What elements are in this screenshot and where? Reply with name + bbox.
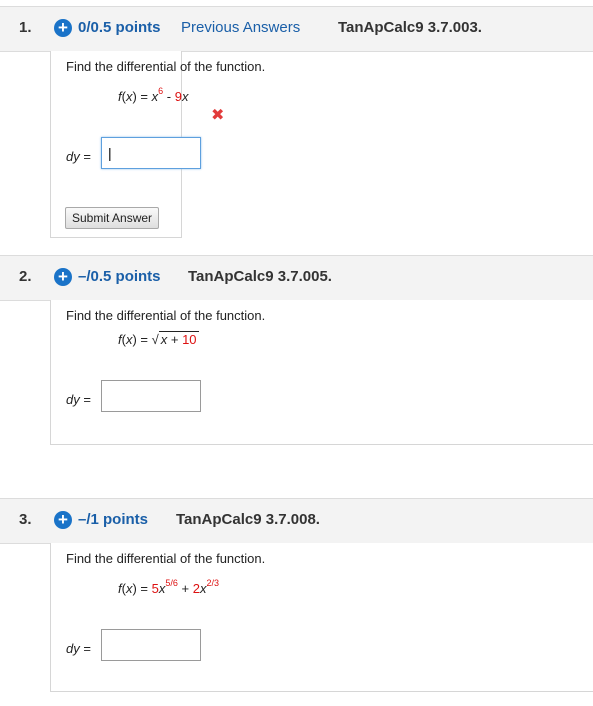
question-number: 3. — [19, 511, 32, 528]
question-2-body: Find the differential of the function. f… — [50, 300, 593, 445]
question-3-body: Find the differential of the function. f… — [50, 543, 593, 692]
points-label: 0/0.5 points — [78, 19, 161, 36]
incorrect-x-icon: ✖ — [211, 107, 225, 124]
exponent: 2/3 — [206, 578, 219, 588]
expand-plus-icon[interactable]: + — [54, 511, 72, 529]
expand-plus-icon[interactable]: + — [54, 268, 72, 286]
expand-plus-icon[interactable]: + — [54, 19, 72, 37]
dy-label: dy = — [66, 641, 91, 656]
points-label: –/1 points — [78, 511, 149, 528]
question-3-header: 3. + –/1 points TanApCalc9 3.7.008. — [0, 498, 593, 544]
question-number: 1. — [19, 19, 32, 36]
question-source: TanApCalc9 3.7.003. — [338, 19, 482, 36]
question-2-header: 2. + –/0.5 points TanApCalc9 3.7.005. — [0, 255, 593, 301]
question-1-header: 1. + 0/0.5 points Previous Answers TanAp… — [0, 6, 593, 52]
dy-label: dy = — [66, 149, 91, 164]
dy-answer-input[interactable] — [101, 629, 201, 661]
dy-label: dy = — [66, 392, 91, 407]
question-source: TanApCalc9 3.7.008. — [176, 511, 320, 528]
points-label: –/0.5 points — [78, 268, 161, 285]
function-expression: f(x) = x6 - 9x — [118, 86, 189, 105]
question-instruction: Find the differential of the function. — [66, 59, 266, 74]
dy-answer-input[interactable] — [101, 380, 201, 412]
exponent: 5/6 — [165, 578, 178, 588]
question-number: 2. — [19, 268, 32, 285]
submit-answer-button[interactable]: Submit Answer — [65, 207, 160, 229]
function-expression: f(x) = 5x5/6 + 2x2/3 — [118, 578, 219, 597]
question-1-body: Find the differential of the function. f… — [50, 51, 265, 238]
question-instruction: Find the differential of the function. — [66, 551, 266, 566]
question-source: TanApCalc9 3.7.005. — [188, 268, 332, 285]
previous-answers-link[interactable]: Previous Answers — [181, 19, 300, 36]
dy-answer-input[interactable] — [101, 137, 201, 169]
function-expression: f(x) = √ x + 10 — [118, 331, 199, 347]
question-instruction: Find the differential of the function. — [66, 308, 266, 323]
